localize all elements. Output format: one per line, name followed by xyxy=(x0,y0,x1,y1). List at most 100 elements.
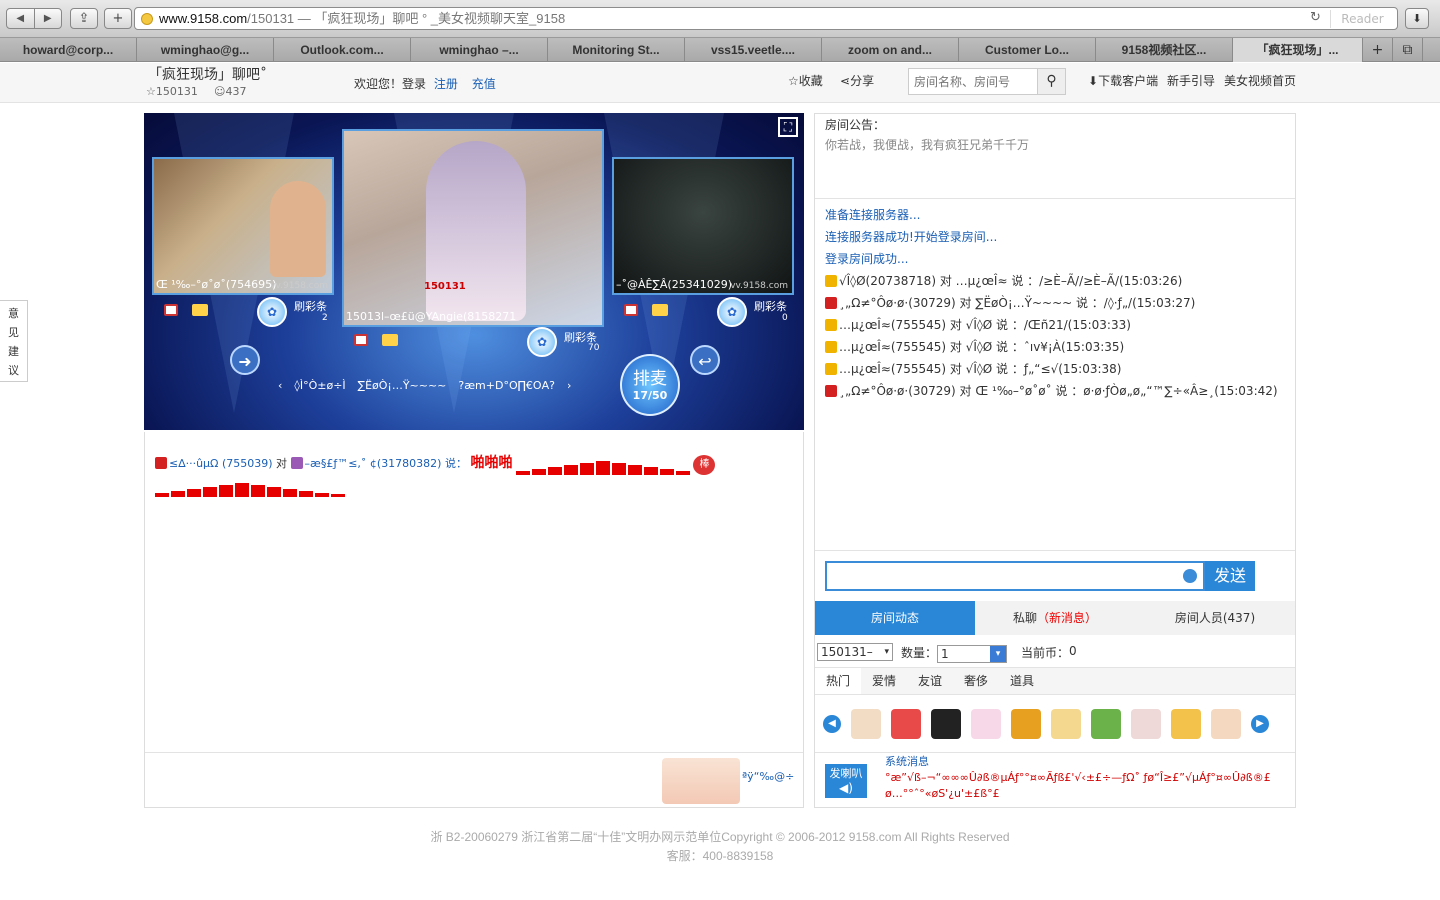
center-video[interactable]: 150131 15013l–œ£ü@YAngie(8158271 xyxy=(342,129,604,327)
gift-target-select[interactable]: 150131– ▾ xyxy=(817,643,893,661)
system-message: 登录房间成功... xyxy=(825,252,909,266)
browser-tab[interactable]: Outlook.com... xyxy=(274,38,411,62)
browser-tab[interactable]: wminghao –... xyxy=(411,38,548,62)
horn-button[interactable]: 发喇叭 ◀) xyxy=(825,764,867,798)
message-icon[interactable] xyxy=(382,334,398,346)
angel-icon[interactable] xyxy=(1211,709,1241,739)
browser-tab[interactable]: wminghao@g... xyxy=(137,38,274,62)
handbag-icon[interactable] xyxy=(931,709,961,739)
send-button[interactable]: 发送 xyxy=(1205,561,1255,591)
tab-room-dynamic[interactable]: 房间动态 xyxy=(815,601,975,635)
share-button[interactable]: ⋖分享 xyxy=(840,72,874,89)
chat-message[interactable]: √Î◊Ø(20738718) 对 …µ¿œÎ≈ 说 ：/≥È–Ã//≥È–Ã/(… xyxy=(825,270,1287,292)
home-icon[interactable] xyxy=(354,334,368,346)
chat-message[interactable]: …µ¿œÎ≈(755545) 对 √Î◊Ø 说 ：/Œñ21/(15:03:33… xyxy=(825,314,1287,336)
divider xyxy=(815,752,1295,753)
chat-message[interactable]: ¸„Ω≠°Ôø·ø·(30729) 对 ∑ËøÒ¡…Ÿ~~~~ 说 ：/◊·ƒ„… xyxy=(825,292,1287,314)
queue-user[interactable]: ∑ËøÒ¡…Ÿ~~~~ xyxy=(358,379,447,392)
right-video[interactable]: –˚@ÀÊ∑Â(25341029) vv.9158.com xyxy=(612,157,794,295)
search-input[interactable] xyxy=(909,69,1037,94)
home-link[interactable]: 美女视频首页 xyxy=(1224,72,1296,89)
watermelon-icon[interactable] xyxy=(891,709,921,739)
horn-text: °æ”√ß–¬“∞∞∞Û∂ß®µÁƒ°°¤∞Ãƒß£'√‹±£÷—ƒΩ˚ ƒø“… xyxy=(885,771,1271,800)
chevron-right-icon[interactable]: › xyxy=(567,379,571,392)
gift-tab-luxury[interactable]: 奢侈 xyxy=(953,668,999,694)
right-refresh-button[interactable]: 刷彩条 xyxy=(754,298,787,314)
browser-tab[interactable]: Customer Lo... xyxy=(959,38,1096,62)
crown-icon xyxy=(825,275,837,287)
user-icon: ☺ xyxy=(214,85,226,98)
browser-tab[interactable]: Monitoring St... xyxy=(548,38,685,62)
browser-tab[interactable]: 9158视频社区... xyxy=(1096,38,1233,62)
red-bars xyxy=(155,483,345,497)
flower-icon[interactable]: ✿ xyxy=(257,297,287,327)
browser-tab-active[interactable]: 「疯狂现场」... xyxy=(1233,38,1363,62)
clap-icon[interactable] xyxy=(1171,709,1201,739)
fullscreen-icon[interactable]: ⛶ xyxy=(778,117,798,137)
reload-icon[interactable]: ↻ xyxy=(1310,10,1321,25)
turtle-icon[interactable] xyxy=(1091,709,1121,739)
prev-arrow-icon[interactable]: ➜ xyxy=(230,345,260,375)
chevron-left-icon[interactable]: ‹ xyxy=(278,379,282,392)
unicorn-icon[interactable] xyxy=(971,709,1001,739)
ad-banner[interactable]: ªÿ“‰@÷ xyxy=(662,758,802,804)
next-arrow-icon[interactable]: ↩ xyxy=(690,345,720,375)
chat-message[interactable]: …µ¿œÎ≈(755545) 对 √Î◊Ø 说 ：ˆıv¥¡À(15:03:35… xyxy=(825,336,1287,358)
reader-button[interactable]: Reader xyxy=(1330,10,1394,28)
home-icon[interactable] xyxy=(164,304,178,316)
emoji-icon[interactable] xyxy=(1183,569,1197,583)
gift-sender[interactable]: ≤∆···ûµΩ (755039) xyxy=(169,457,273,470)
queue-user[interactable]: ◊Ì°Ò±ø÷Ì xyxy=(294,379,345,392)
flower-icon[interactable]: ✿ xyxy=(527,327,557,357)
feedback-tab[interactable]: 意 见 建 议 xyxy=(0,300,28,382)
home-icon[interactable] xyxy=(624,304,638,316)
gift-qty-select[interactable]: 1 ▾ xyxy=(937,645,1007,663)
favorite-button[interactable]: ☆收藏 xyxy=(788,72,823,89)
tab-overview-icon[interactable]: ⧉ xyxy=(1393,38,1423,62)
prev-gifts-icon[interactable]: ◀ xyxy=(823,715,841,733)
history-nav: ◀ ▶ xyxy=(6,8,62,29)
browser-tab[interactable]: howard@corp... xyxy=(0,38,137,62)
forward-icon[interactable]: ▶ xyxy=(33,9,62,28)
note-icon[interactable] xyxy=(1051,709,1081,739)
center-refresh-count: 70 xyxy=(588,343,600,353)
gift-tab-hot[interactable]: 热门 xyxy=(815,668,861,694)
recharge-link[interactable]: 充值 xyxy=(472,77,496,91)
gift-controls: 150131– ▾ 数量： 1 ▾ 当前币： 0 xyxy=(815,641,1295,663)
queue-user[interactable]: ?æm+D°Ο∏€ΟΑ? xyxy=(458,379,555,392)
register-link[interactable]: 注册 xyxy=(434,77,458,91)
gift-receiver[interactable]: –æ§£ƒ™≤,˚ ¢(31780382) 说： xyxy=(305,457,467,470)
gift-box-icon[interactable] xyxy=(1011,709,1041,739)
next-gifts-icon[interactable]: ▶ xyxy=(1251,715,1269,733)
browser-tab[interactable]: vss15.veetle.... xyxy=(685,38,822,62)
mic-queue-button[interactable]: 排麦 17/50 xyxy=(620,354,680,416)
downloads-icon[interactable]: ⬇ xyxy=(1405,8,1429,29)
cow-icon[interactable] xyxy=(1131,709,1161,739)
login-link[interactable]: 欢迎您！登录 xyxy=(354,77,426,91)
message-icon[interactable] xyxy=(652,304,668,316)
download-client-link[interactable]: ⬇下载客户端 xyxy=(1088,72,1158,89)
gift-tab-friendship[interactable]: 友谊 xyxy=(907,668,953,694)
share-page-icon[interactable]: ⇪ xyxy=(70,8,98,29)
search-icon[interactable]: ⚲ xyxy=(1037,69,1065,94)
back-icon[interactable]: ◀ xyxy=(7,9,34,28)
add-tab-icon[interactable]: + xyxy=(1363,38,1393,62)
gift-tab-props[interactable]: 道具 xyxy=(999,668,1045,694)
tab-private-chat[interactable]: 私聊（新消息） xyxy=(975,601,1135,635)
chat-message[interactable]: ¸„Ω≠°Ôø·ø·(30729) 对 Œ ¹‰–°ø˚ø˚ 说 ：ø·ø·ƒÒ… xyxy=(825,380,1287,402)
message-icon[interactable] xyxy=(192,304,208,316)
gift-tab-love[interactable]: 爱情 xyxy=(861,668,907,694)
browser-tab[interactable]: zoom on and... xyxy=(822,38,959,62)
address-bar[interactable]: www.9158.com/150131 — 「疯狂现场」聊吧 ° _美女视频聊天… xyxy=(134,7,1398,30)
public-chat: ≤∆···ûµΩ (755039) 对 –æ§£ƒ™≤,˚ ¢(31780382… xyxy=(144,432,804,808)
tab-room-members[interactable]: 房间人员(437) xyxy=(1135,601,1295,635)
star-icon: ☆ xyxy=(788,74,799,88)
new-tab-icon[interactable]: + xyxy=(104,8,132,29)
lollipop-icon[interactable] xyxy=(851,709,881,739)
chat-input[interactable] xyxy=(825,561,1205,591)
left-video[interactable]: Œ ¹‰–°ø˚ø˚(754695) vv.9158.com xyxy=(152,157,334,295)
left-refresh-button[interactable]: 刷彩条 xyxy=(294,298,327,314)
flower-icon[interactable]: ✿ xyxy=(717,297,747,327)
chat-message[interactable]: …µ¿œÎ≈(755545) 对 √Î◊Ø 说 ：ƒ„“≤√(15:03:38) xyxy=(825,358,1287,380)
guide-link[interactable]: 新手引导 xyxy=(1167,72,1215,89)
